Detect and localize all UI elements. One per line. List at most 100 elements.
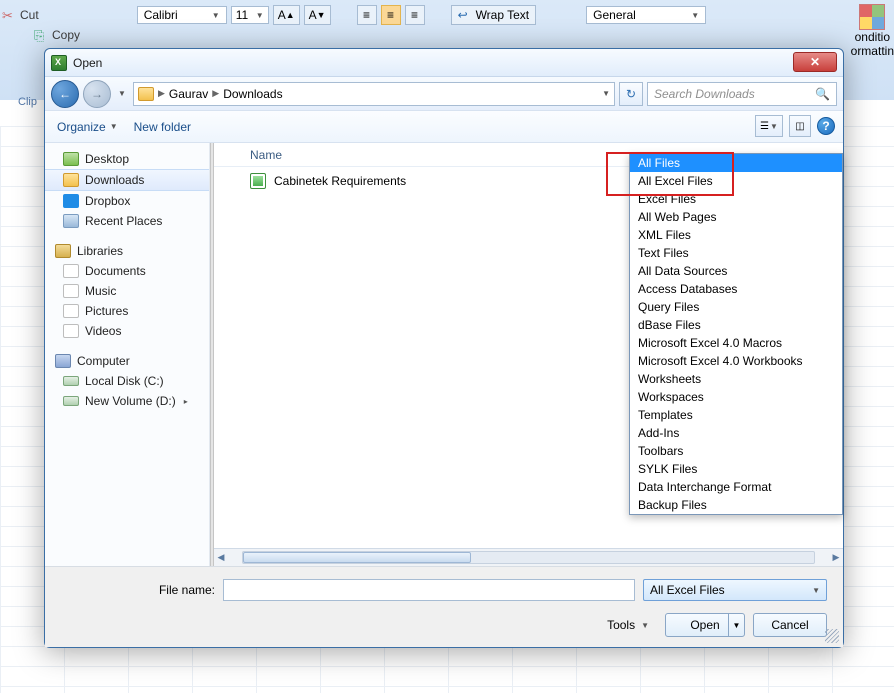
desktop-icon xyxy=(63,152,79,166)
chevron-down-icon: ▼ xyxy=(212,11,220,20)
dropbox-icon xyxy=(63,194,79,208)
preview-pane-button[interactable]: ◫ xyxy=(789,115,811,137)
tools-button[interactable]: Tools ▼ xyxy=(599,618,657,632)
cancel-button[interactable]: Cancel xyxy=(753,613,827,637)
filetype-option-addins[interactable]: Add-Ins xyxy=(630,424,842,442)
decrease-font-button[interactable]: A▼ xyxy=(304,5,331,25)
align-left-button[interactable]: ≡ xyxy=(357,5,377,25)
wrap-icon xyxy=(458,8,472,22)
back-button[interactable]: ← xyxy=(51,80,79,108)
dialog-titlebar[interactable]: Open ✕ xyxy=(45,49,843,77)
font-dropdown[interactable]: Calibri ▼ xyxy=(137,6,227,24)
view-options-button[interactable]: ☰ ▼ xyxy=(755,115,783,137)
filetype-option-workbooks[interactable]: Microsoft Excel 4.0 Workbooks xyxy=(630,352,842,370)
scroll-right-arrow[interactable]: ▶ xyxy=(829,549,843,566)
dialog-footer: File name: All Excel Files ▼ Tools ▼ Ope… xyxy=(45,566,843,647)
address-bar[interactable]: ▶ Gaurav ▶ Downloads ▼ xyxy=(133,82,615,106)
organize-button[interactable]: Organize ▼ xyxy=(57,120,118,134)
resize-grip[interactable] xyxy=(825,629,839,643)
refresh-button[interactable]: ↻ xyxy=(619,82,643,106)
scroll-track[interactable] xyxy=(242,551,815,564)
sidebar-item-recent[interactable]: Recent Places xyxy=(45,211,209,231)
align-right-button[interactable]: ≡ xyxy=(405,5,425,25)
filetype-option-all-excel[interactable]: All Excel Files xyxy=(630,172,842,190)
cut-label[interactable]: Cut xyxy=(20,8,39,22)
conditional-formatting-button[interactable]: onditio ormattin xyxy=(851,4,894,58)
breadcrumb-folder[interactable]: Downloads xyxy=(223,87,282,101)
wrap-text-label: Wrap Text xyxy=(476,8,530,22)
filetype-option-macros[interactable]: Microsoft Excel 4.0 Macros xyxy=(630,334,842,352)
sidebar-item-videos[interactable]: Videos xyxy=(45,321,209,341)
filetype-option-workspaces[interactable]: Workspaces xyxy=(630,388,842,406)
sidebar-label: Dropbox xyxy=(85,194,130,208)
breadcrumb-user[interactable]: Gaurav xyxy=(169,87,208,101)
sidebar-item-pictures[interactable]: Pictures xyxy=(45,301,209,321)
sidebar-item-documents[interactable]: Documents xyxy=(45,261,209,281)
filetype-option-all-web[interactable]: All Web Pages xyxy=(630,208,842,226)
sidebar-item-dropbox[interactable]: Dropbox xyxy=(45,191,209,211)
search-input[interactable]: Search Downloads 🔍 xyxy=(647,82,837,106)
filetype-option-xml[interactable]: XML Files xyxy=(630,226,842,244)
filetype-option-backup[interactable]: Backup Files xyxy=(630,496,842,514)
sidebar-label: New Volume (D:) xyxy=(85,394,176,408)
chevron-down-icon[interactable]: ▼ xyxy=(602,89,610,98)
filetype-option-toolbars[interactable]: Toolbars xyxy=(630,442,842,460)
horizontal-scrollbar[interactable]: ◀ ▶ xyxy=(214,548,843,566)
align-center-button[interactable]: ≡ xyxy=(381,5,401,25)
cut-icon xyxy=(2,8,16,22)
help-icon: ? xyxy=(822,119,829,133)
scroll-thumb[interactable] xyxy=(243,552,471,563)
file-type-selected: All Excel Files xyxy=(650,583,725,597)
filetype-option-access[interactable]: Access Databases xyxy=(630,280,842,298)
filetype-option-dbase[interactable]: dBase Files xyxy=(630,316,842,334)
sidebar-item-downloads[interactable]: Downloads xyxy=(45,169,209,191)
pictures-icon xyxy=(63,304,79,318)
sidebar-label: Computer xyxy=(77,354,130,368)
scroll-left-arrow[interactable]: ◀ xyxy=(214,549,228,566)
libraries-icon xyxy=(55,244,71,258)
open-dropdown-arrow[interactable]: ▼ xyxy=(728,614,744,636)
sidebar-header-computer[interactable]: Computer xyxy=(45,349,209,371)
copy-label[interactable]: Copy xyxy=(52,28,80,42)
filetype-option-excel-files[interactable]: Excel Files xyxy=(630,190,842,208)
help-button[interactable]: ? xyxy=(817,117,835,135)
font-size-dropdown[interactable]: 11 ▼ xyxy=(231,6,269,24)
close-button[interactable]: ✕ xyxy=(793,52,837,72)
filetype-option-all-data[interactable]: All Data Sources xyxy=(630,262,842,280)
sidebar-label: Pictures xyxy=(85,304,128,318)
sidebar-header-libraries[interactable]: Libraries xyxy=(45,239,209,261)
drive-icon xyxy=(63,376,79,386)
folder-icon xyxy=(63,173,79,187)
chevron-down-icon: ▼ xyxy=(641,621,649,630)
filetype-option-query[interactable]: Query Files xyxy=(630,298,842,316)
file-name-input[interactable] xyxy=(223,579,635,601)
increase-font-button[interactable]: A▲ xyxy=(273,5,300,25)
sidebar-item-music[interactable]: Music xyxy=(45,281,209,301)
filetype-option-text[interactable]: Text Files xyxy=(630,244,842,262)
wrap-text-button[interactable]: Wrap Text xyxy=(451,5,537,25)
navigation-bar: ← → ▼ ▶ Gaurav ▶ Downloads ▼ ↻ Search Do… xyxy=(45,77,843,111)
filetype-option-all-files[interactable]: All Files xyxy=(630,154,842,172)
filetype-option-sylk[interactable]: SYLK Files xyxy=(630,460,842,478)
column-name: Name xyxy=(250,148,282,162)
sidebar-item-local-c[interactable]: Local Disk (C:) xyxy=(45,371,209,391)
number-format-dropdown[interactable]: General ▼ xyxy=(586,6,706,24)
tools-label: Tools xyxy=(607,618,635,632)
open-button[interactable]: Open ▼ xyxy=(665,613,745,637)
dialog-title: Open xyxy=(73,56,102,70)
sidebar-item-desktop[interactable]: Desktop xyxy=(45,149,209,169)
sidebar-item-new-vol-d[interactable]: New Volume (D:)▸ xyxy=(45,391,209,411)
forward-button[interactable]: → xyxy=(83,80,111,108)
organize-label: Organize xyxy=(57,120,106,134)
filetype-option-worksheets[interactable]: Worksheets xyxy=(630,370,842,388)
chevron-down-icon: ▼ xyxy=(691,11,699,20)
filetype-option-dif[interactable]: Data Interchange Format xyxy=(630,478,842,496)
excel-icon xyxy=(51,55,67,71)
excel-file-icon xyxy=(250,173,266,189)
filetype-option-templates[interactable]: Templates xyxy=(630,406,842,424)
file-type-dropdown[interactable]: All Excel Files ▼ xyxy=(643,579,827,601)
chevron-down-icon: ▼ xyxy=(118,89,126,98)
arrow-right-icon: → xyxy=(91,87,103,101)
history-dropdown[interactable]: ▼ xyxy=(115,80,129,108)
new-folder-button[interactable]: New folder xyxy=(134,120,191,134)
